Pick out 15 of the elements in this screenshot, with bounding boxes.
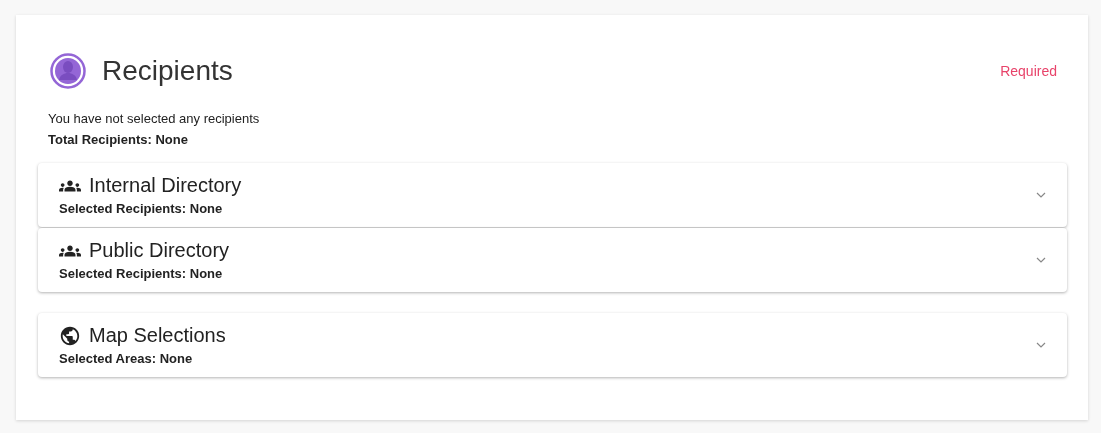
globe-icon	[59, 324, 81, 347]
section-title: Recipients	[102, 55, 234, 87]
panel-summary: Selected Recipients: None	[59, 201, 224, 216]
total-recipients: Total Recipients: None	[48, 131, 189, 149]
expansion-panel[interactable]: Public Directory Selected Recipients: None	[38, 228, 1067, 292]
expansion-panel[interactable]: Map Selections Selected Areas: None	[38, 313, 1067, 377]
panel-title: Public Directory	[89, 239, 230, 262]
person-avatar-icon	[50, 53, 86, 89]
required-label: Required	[1000, 63, 1057, 79]
panel-title: Internal Directory	[89, 174, 242, 197]
panel-summary: Selected Areas: None	[59, 351, 194, 366]
panel-summary: Selected Recipients: None	[59, 266, 224, 281]
selection-message: You have not selected any recipients	[48, 110, 261, 128]
expansion-panel[interactable]: Internal Directory Selected Recipients: None	[38, 163, 1067, 227]
panel-title: Map Selections	[89, 324, 226, 347]
